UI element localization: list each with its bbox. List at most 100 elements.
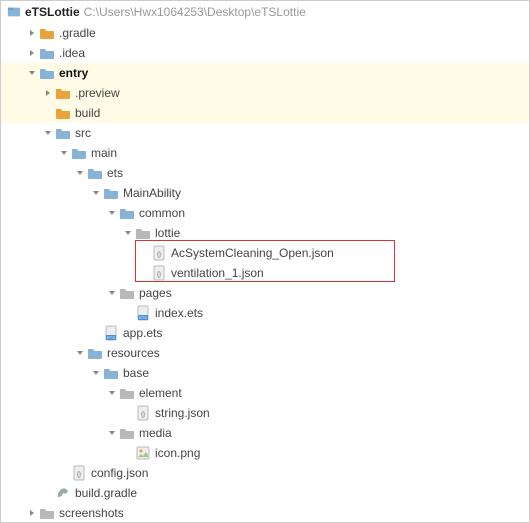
file-ets-icon: ETS xyxy=(103,325,119,341)
chevron-right-icon[interactable] xyxy=(25,46,39,60)
tree-label: ventilation_1.json xyxy=(171,266,264,280)
file-gradle-icon xyxy=(55,485,71,501)
svg-text:ETS: ETS xyxy=(107,335,115,340)
tree-row[interactable]: ets xyxy=(1,163,529,183)
tree-row[interactable]: {} string.json xyxy=(1,403,529,423)
file-ets-icon: ETS xyxy=(135,305,151,321)
chevron-placeholder xyxy=(57,466,71,480)
tree-row[interactable]: MainAbility xyxy=(1,183,529,203)
svg-text:ETS: ETS xyxy=(139,315,147,320)
tree-row[interactable]: entry xyxy=(1,63,529,83)
project-icon xyxy=(7,5,21,19)
folder-blue-icon xyxy=(55,125,71,141)
folder-orange-icon xyxy=(39,25,55,41)
tree-label: element xyxy=(139,386,182,400)
tree-row[interactable]: pages xyxy=(1,283,529,303)
tree-row[interactable]: resources xyxy=(1,343,529,363)
chevron-down-icon[interactable] xyxy=(89,186,103,200)
folder-blue-icon xyxy=(119,205,135,221)
tree-row[interactable]: ETSapp.ets xyxy=(1,323,529,343)
chevron-down-icon[interactable] xyxy=(41,126,55,140)
chevron-right-icon[interactable] xyxy=(41,86,55,100)
file-json-icon: {} xyxy=(151,265,167,281)
tree-label: config.json xyxy=(91,466,148,480)
chevron-placeholder xyxy=(41,486,55,500)
tree-label: main xyxy=(91,146,117,160)
tree-label: ets xyxy=(107,166,123,180)
tree-label: entry xyxy=(59,66,88,80)
chevron-down-icon[interactable] xyxy=(73,346,87,360)
svg-text:{}: {} xyxy=(141,412,145,418)
chevron-placeholder xyxy=(41,106,55,120)
tree-row[interactable]: .preview xyxy=(1,83,529,103)
tree-row[interactable]: screenshots xyxy=(1,503,529,523)
folder-gray-icon xyxy=(119,385,135,401)
tree-label: build.gradle xyxy=(75,486,137,500)
tree-row[interactable]: {} ventilation_1.json xyxy=(1,263,529,283)
svg-text:{}: {} xyxy=(157,252,161,258)
project-path: C:\Users\Hwx1064253\Desktop\eTSLottie xyxy=(84,5,306,19)
tree-row[interactable]: .gradle xyxy=(1,23,529,43)
file-json-icon: {} xyxy=(135,405,151,421)
chevron-right-icon[interactable] xyxy=(25,26,39,40)
tree-row[interactable]: src xyxy=(1,123,529,143)
folder-orange-icon xyxy=(55,85,71,101)
svg-text:{}: {} xyxy=(77,472,81,478)
folder-blue-icon xyxy=(39,65,55,81)
tree-label: pages xyxy=(139,286,172,300)
folder-blue-icon xyxy=(103,365,119,381)
chevron-placeholder xyxy=(121,306,135,320)
tree-row[interactable]: icon.png xyxy=(1,443,529,463)
file-json-icon: {} xyxy=(151,245,167,261)
tree-label: common xyxy=(139,206,185,220)
tree-label: string.json xyxy=(155,406,210,420)
chevron-placeholder xyxy=(121,446,135,460)
tree-row[interactable]: ETS index.ets xyxy=(1,303,529,323)
folder-blue-icon xyxy=(39,45,55,61)
tree-row[interactable]: {} config.json xyxy=(1,463,529,483)
folder-blue-icon xyxy=(71,145,87,161)
chevron-down-icon[interactable] xyxy=(105,386,119,400)
project-header: eTSLottie C:\Users\Hwx1064253\Desktop\eT… xyxy=(1,1,529,23)
chevron-down-icon[interactable] xyxy=(57,146,71,160)
chevron-placeholder xyxy=(121,406,135,420)
tree-label: base xyxy=(123,366,149,380)
chevron-down-icon[interactable] xyxy=(105,426,119,440)
tree-row[interactable]: base xyxy=(1,363,529,383)
tree-label: media xyxy=(139,426,172,440)
folder-blue-icon xyxy=(87,345,103,361)
folder-gray-icon xyxy=(119,285,135,301)
chevron-down-icon[interactable] xyxy=(121,226,135,240)
tree-label: .gradle xyxy=(59,26,96,40)
tree-row[interactable]: media xyxy=(1,423,529,443)
folder-gray-icon xyxy=(39,505,55,521)
file-json-icon: {} xyxy=(71,465,87,481)
file-tree: .gradle .idea entry .preview build srcmain ets… xyxy=(1,23,529,523)
tree-label: resources xyxy=(107,346,160,360)
folder-blue-icon xyxy=(103,185,119,201)
tree-row[interactable]: .idea xyxy=(1,43,529,63)
chevron-down-icon[interactable] xyxy=(89,366,103,380)
tree-row[interactable]: build.gradle xyxy=(1,483,529,503)
folder-orange-icon xyxy=(55,105,71,121)
chevron-down-icon[interactable] xyxy=(73,166,87,180)
tree-row[interactable]: element xyxy=(1,383,529,403)
chevron-down-icon[interactable] xyxy=(25,66,39,80)
chevron-down-icon[interactable] xyxy=(105,206,119,220)
tree-row[interactable]: main xyxy=(1,143,529,163)
tree-row[interactable]: build xyxy=(1,103,529,123)
chevron-right-icon[interactable] xyxy=(25,506,39,520)
svg-text:{}: {} xyxy=(157,272,161,278)
tree-label: lottie xyxy=(155,226,180,240)
tree-row[interactable]: common xyxy=(1,203,529,223)
tree-label: src xyxy=(75,126,91,140)
tree-label: .preview xyxy=(75,86,120,100)
folder-gray-icon xyxy=(119,425,135,441)
tree-label: screenshots xyxy=(59,506,124,520)
chevron-placeholder xyxy=(137,266,151,280)
chevron-down-icon[interactable] xyxy=(105,286,119,300)
tree-row[interactable]: {}AcSystemCleaning_Open.json xyxy=(1,243,529,263)
tree-label: index.ets xyxy=(155,306,203,320)
tree-label: MainAbility xyxy=(123,186,181,200)
tree-row[interactable]: lottie xyxy=(1,223,529,243)
